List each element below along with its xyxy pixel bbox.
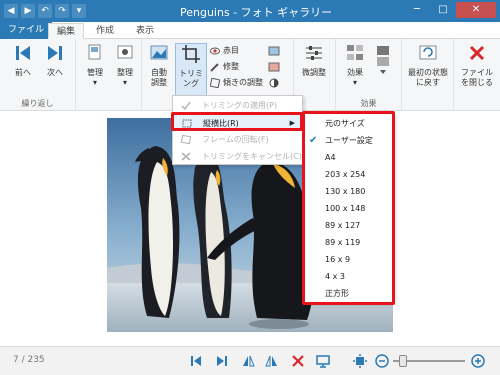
rotate-frame-icon bbox=[181, 135, 191, 144]
menu-item-label: フレームの回転(F) bbox=[202, 135, 269, 144]
straighten-label: 傾きの調整 bbox=[223, 78, 263, 87]
group-repeat-label: 繰り返し bbox=[21, 99, 54, 108]
auto-adjust-icon bbox=[150, 45, 168, 60]
quick-access-toolbar: ◀ ▶ ↶ ↷ ▾ bbox=[4, 4, 86, 18]
previous-icon bbox=[16, 46, 30, 60]
cancel-icon bbox=[181, 152, 191, 161]
color-icon[interactable] bbox=[268, 62, 280, 72]
highlight-aspect-ratio bbox=[171, 112, 303, 131]
manage-icon bbox=[88, 44, 101, 60]
next-button[interactable]: 次へ bbox=[40, 43, 70, 78]
auto-adjust-button[interactable]: 自動 調整 bbox=[144, 43, 174, 88]
organize-label: 整理 bbox=[117, 68, 133, 77]
next-label: 次へ bbox=[47, 68, 63, 77]
previous-icon[interactable] bbox=[188, 353, 204, 369]
manage-label: 管理 bbox=[87, 68, 103, 77]
customize-qat-icon[interactable]: ▾ bbox=[72, 4, 86, 18]
revert-button[interactable]: 最初の状態 に戻す bbox=[402, 43, 454, 88]
group-close: ファイル を閉じる bbox=[454, 39, 500, 111]
dropdown-arrow-icon: ▾ bbox=[122, 78, 127, 87]
prev-label: 前へ bbox=[15, 68, 31, 77]
minimize-button[interactable]: ─ bbox=[404, 2, 430, 18]
photo-position: 7 / 235 bbox=[13, 355, 45, 365]
menu-item-label: トリミングの適用(P) bbox=[202, 101, 278, 110]
maximize-button[interactable]: □ bbox=[430, 2, 456, 18]
group-manage: 管理 ▾ 整理 ▾ bbox=[76, 39, 142, 111]
close-file-label: ファイル を閉じる bbox=[461, 68, 493, 87]
tab-view[interactable]: 表示 bbox=[128, 23, 162, 39]
fine-tune-label: 微調整 bbox=[302, 68, 326, 77]
redo-icon[interactable]: ↷ bbox=[55, 4, 69, 18]
contrast-icon[interactable] bbox=[268, 78, 280, 88]
close-file-icon bbox=[469, 45, 485, 61]
auto-adjust-label: 自動 調整 bbox=[151, 68, 167, 87]
tab-edit[interactable]: 編集 bbox=[48, 23, 85, 39]
rotate-right-icon[interactable] bbox=[264, 353, 280, 369]
ribbon-tabs: ファイル 編集 作成 表示 bbox=[0, 22, 500, 39]
slideshow-icon[interactable] bbox=[315, 353, 331, 369]
tab-file[interactable]: ファイル bbox=[0, 22, 53, 39]
red-eye-label: 赤目 bbox=[223, 46, 239, 55]
delete-icon[interactable] bbox=[290, 353, 306, 369]
effects-label: 効果 bbox=[347, 68, 363, 77]
close-window-button[interactable]: ✕ bbox=[456, 2, 496, 18]
dropdown-arrow-icon: ▾ bbox=[352, 78, 357, 87]
retouch-label: 修整 bbox=[223, 62, 239, 71]
title-bar: ◀ ▶ ↶ ↷ ▾ Penguins - フォト ギャラリー ─ □ ✕ bbox=[0, 0, 500, 22]
zoom-slider[interactable] bbox=[393, 355, 465, 367]
effects-gallery[interactable] bbox=[376, 45, 396, 85]
revert-icon bbox=[419, 45, 437, 60]
color-small-buttons bbox=[266, 44, 290, 92]
next-icon[interactable] bbox=[214, 353, 230, 369]
back-icon[interactable]: ◀ bbox=[4, 4, 18, 18]
organize-icon bbox=[117, 45, 133, 59]
zoom-in-icon[interactable] bbox=[470, 353, 486, 369]
menu-item-rotate-frame[interactable]: フレームの回転(F) bbox=[173, 131, 302, 148]
window-controls: ─ □ ✕ bbox=[404, 2, 496, 18]
crop-button[interactable]: トリミ ング bbox=[175, 43, 207, 98]
status-bar: 7 / 235 bbox=[0, 346, 500, 375]
straighten-button[interactable]: 傾きの調整 bbox=[210, 76, 263, 90]
group-revert: 最初の状態 に戻す bbox=[402, 39, 454, 111]
undo-icon[interactable]: ↶ bbox=[38, 4, 52, 18]
group-effects-label: 効果 bbox=[360, 99, 377, 108]
fit-to-window-icon[interactable] bbox=[352, 353, 368, 369]
zoom-out-icon[interactable] bbox=[374, 353, 390, 369]
red-eye-button[interactable]: 赤目 bbox=[210, 44, 239, 58]
group-repeat: 前へ 次へ 繰り返し bbox=[0, 39, 76, 111]
straighten-icon bbox=[210, 77, 220, 88]
crop-label: トリミ ング bbox=[179, 69, 203, 88]
organize-button[interactable]: 整理 ▾ bbox=[110, 43, 140, 88]
retouch-button[interactable]: 修整 bbox=[210, 60, 239, 74]
effects-button[interactable]: 効果 ▾ bbox=[340, 43, 370, 88]
manage-button[interactable]: 管理 ▾ bbox=[80, 43, 110, 88]
fine-tune-button[interactable]: 微調整 bbox=[299, 43, 329, 78]
next-icon bbox=[48, 46, 62, 60]
window-title: Penguins - フォト ギャラリー bbox=[180, 6, 333, 19]
effects-icon bbox=[347, 45, 363, 60]
dropdown-arrow-icon: ▾ bbox=[92, 78, 97, 87]
revert-label: 最初の状態 に戻す bbox=[408, 68, 448, 87]
prev-button[interactable]: 前へ bbox=[8, 43, 38, 78]
effects-gallery-icon bbox=[377, 46, 389, 74]
crop-icon bbox=[182, 45, 200, 63]
zoom-slider-thumb[interactable] bbox=[399, 355, 408, 367]
tab-create[interactable]: 作成 bbox=[88, 23, 122, 39]
menu-item-label: トリミングをキャンセル(C) bbox=[202, 152, 302, 161]
forward-icon[interactable]: ▶ bbox=[21, 4, 35, 18]
rotate-left-icon[interactable] bbox=[240, 353, 256, 369]
menu-item-cancel-crop[interactable]: トリミングをキャンセル(C) bbox=[173, 148, 302, 165]
fine-tune-icon bbox=[306, 46, 322, 60]
retouch-icon bbox=[210, 62, 219, 72]
group-effects: 効果 ▾ 効果 bbox=[336, 39, 402, 111]
exposure-icon[interactable] bbox=[268, 46, 280, 56]
red-eye-icon bbox=[210, 47, 220, 54]
highlight-aspect-submenu bbox=[302, 111, 395, 305]
check-icon bbox=[181, 101, 191, 110]
close-file-button[interactable]: ファイル を閉じる bbox=[457, 43, 497, 88]
